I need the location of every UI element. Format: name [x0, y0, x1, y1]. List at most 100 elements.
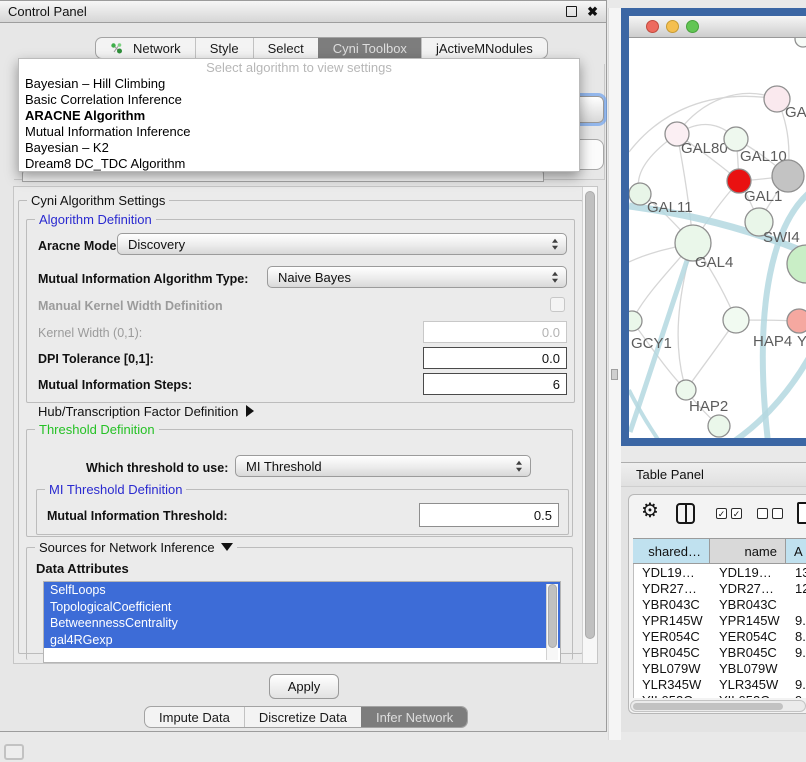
gear-icon[interactable]: ⚙	[641, 501, 659, 521]
function-builder-icon[interactable]	[797, 502, 806, 524]
tab-jactivemnodules[interactable]: jActiveMNodules	[421, 38, 547, 58]
dropdown-item-mutual-information-inference[interactable]: Mutual Information Inference	[19, 124, 579, 140]
table-cell: YBR043C	[711, 597, 787, 612]
attribute-item-betweennesscentrality[interactable]: BetweennessCentrality	[44, 615, 560, 632]
float-window-icon[interactable]	[566, 6, 577, 17]
divider-collapse-handle[interactable]	[611, 369, 618, 380]
table-horizontal-scrollbar[interactable]	[630, 700, 806, 712]
dropdown-item-basic-correlation-inference[interactable]: Basic Correlation Inference	[19, 92, 579, 108]
minimize-traffic-light[interactable]	[666, 20, 679, 33]
table-panel-title: Table Panel	[636, 467, 704, 482]
sources-toggle[interactable]: Sources for Network Inference	[35, 540, 237, 555]
tab-label: Infer Network	[376, 710, 453, 725]
network-node-gcy1[interactable]	[629, 311, 642, 331]
mi-threshold-field[interactable]: 0.5	[419, 503, 559, 527]
column-header-a[interactable]: A	[786, 539, 806, 563]
expand-right-icon	[246, 405, 254, 417]
table-row[interactable]: YPR145WYPR145W9.	[634, 612, 806, 628]
which-threshold-combobox[interactable]: MI Threshold	[235, 455, 531, 477]
dpi-tolerance-field[interactable]: 0.0	[423, 347, 567, 369]
network-edge[interactable]	[677, 93, 777, 134]
stepper-arrows-icon	[516, 461, 522, 472]
node-label-gal11: GAL11	[647, 199, 693, 216]
which-threshold-value: MI Threshold	[246, 459, 322, 474]
apply-button[interactable]: Apply	[269, 674, 339, 699]
deselect-all-checkbox-icon[interactable]	[757, 508, 768, 519]
kernel-width-field: 0.0	[423, 321, 567, 343]
table-cell: YPR145W	[711, 613, 787, 628]
manual-kernel-label: Manual Kernel Width Definition	[38, 299, 223, 313]
close-icon[interactable]: ✖	[587, 5, 598, 18]
dropdown-item-aracne-algorithm[interactable]: ARACNE Algorithm	[19, 108, 579, 124]
attribute-item-selfloops[interactable]: SelfLoops	[44, 582, 560, 599]
table-cell: YDL19…	[711, 565, 787, 580]
table-row[interactable]: YBR045CYBR045C9.	[634, 644, 806, 660]
table-row[interactable]: YIL052CYIL052C9.	[634, 692, 806, 698]
column-header-shared-[interactable]: shared…	[633, 539, 710, 563]
collapsed-panel-icon[interactable]	[4, 744, 24, 760]
control-panel-titlebar: Control Panel ✖	[0, 1, 606, 23]
table-cell: YIL052C	[711, 693, 787, 699]
network-node-hap4[interactable]	[723, 307, 749, 333]
network-node-hap2[interactable]	[676, 380, 696, 400]
network-node[interactable]	[795, 38, 806, 47]
tab-infer-network[interactable]: Infer Network	[361, 707, 467, 727]
tab-select[interactable]: Select	[253, 38, 318, 58]
network-node-y[interactable]	[787, 309, 806, 333]
table-row[interactable]: YDL19…YDL19…13	[634, 564, 806, 580]
table-cell: YDR27…	[634, 581, 711, 596]
select-all-checkbox-icon[interactable]: ✓	[731, 508, 742, 519]
attribute-item-topologicalcoefficient[interactable]: TopologicalCoefficient	[44, 599, 560, 616]
table-cell: YDL19…	[634, 565, 711, 580]
tab-discretize-data[interactable]: Discretize Data	[244, 707, 361, 727]
group-title: Algorithm Definition	[35, 212, 156, 227]
column-header-name[interactable]: name	[710, 539, 786, 563]
attribute-item-gal4rgexp[interactable]: gal4RGexp	[44, 632, 560, 649]
tab-network[interactable]: Network	[96, 38, 195, 58]
table-row[interactable]: YBL079WYBL079W	[634, 660, 806, 676]
dropdown-item-bayesian-k2[interactable]: Bayesian – K2	[19, 140, 579, 156]
network-node[interactable]	[787, 245, 806, 283]
table-cell: 8.	[787, 629, 806, 644]
group-title: Cyni Algorithm Settings	[27, 193, 169, 208]
settings-scrollbar[interactable]	[582, 187, 597, 663]
table-row[interactable]: YLR345WYLR345W9.	[634, 676, 806, 692]
close-traffic-light[interactable]	[646, 20, 659, 33]
sources-title: Sources for Network Inference	[39, 540, 215, 555]
table-rows: YDL19…YDL19…13YDR27…YDR27…12YBR043CYBR04…	[633, 564, 806, 698]
mi-threshold-label: Mutual Information Threshold:	[47, 509, 228, 523]
tab-style[interactable]: Style	[195, 38, 253, 58]
deselect-all-checkbox-icon[interactable]	[772, 508, 783, 519]
group-title: Threshold Definition	[35, 422, 159, 437]
dropdown-item-dream8-dc-tdc-algorithm[interactable]: Dream8 DC_TDC Algorithm	[19, 156, 579, 172]
table-row[interactable]: YER054CYER054C8.	[634, 628, 806, 644]
aracne-mode-combobox[interactable]: Discovery	[117, 233, 567, 255]
algorithm-dropdown-list: Select algorithm to view settingsBayesia…	[18, 58, 580, 172]
mi-type-combobox[interactable]: Naive Bayes	[267, 266, 567, 288]
data-attributes-list[interactable]: SelfLoopsTopologicalCoefficientBetweenne…	[43, 581, 561, 663]
hub-definition-toggle[interactable]: Hub/Transcription Factor Definition	[38, 404, 254, 419]
columns-icon[interactable]	[676, 503, 695, 524]
cyni-mode-tabs: Impute DataDiscretize Data Infer Network	[144, 706, 468, 728]
algorithm-combobox-partial[interactable]	[578, 96, 604, 123]
tab-label: Style	[210, 41, 239, 56]
data-attributes-label: Data Attributes	[36, 561, 129, 576]
table-row[interactable]: YDR27…YDR27…12	[634, 580, 806, 596]
table-cell: YDR27…	[711, 581, 787, 596]
mi-steps-field[interactable]: 6	[423, 373, 567, 395]
tab-cyni-toolbox[interactable]: Cyni Toolbox	[318, 38, 421, 58]
dropdown-item-bayesian-hill-climbing[interactable]: Bayesian – Hill Climbing	[19, 76, 579, 92]
network-canvas[interactable]: GALGAL80GAL10GAL1GAL11SWI4GAL4GCY1HAP4YH…	[629, 38, 806, 438]
table-cell: 9.	[787, 645, 806, 660]
node-label-hap4: HAP4	[753, 333, 792, 350]
node-label-swi4: SWI4	[763, 229, 800, 246]
hidden-groupbox-edge	[604, 64, 605, 180]
screen: Control Panel ✖ Network Style SelectCyni T…	[0, 0, 806, 762]
dropdown-prompt: Select algorithm to view settings	[19, 59, 579, 76]
network-node[interactable]	[708, 415, 730, 437]
tab-impute-data[interactable]: Impute Data	[145, 707, 244, 727]
select-all-checkbox-icon[interactable]: ✓	[716, 508, 727, 519]
table-row[interactable]: YBR043CYBR043C	[634, 596, 806, 612]
list-scrollbar[interactable]	[546, 584, 558, 660]
zoom-traffic-light[interactable]	[686, 20, 699, 33]
